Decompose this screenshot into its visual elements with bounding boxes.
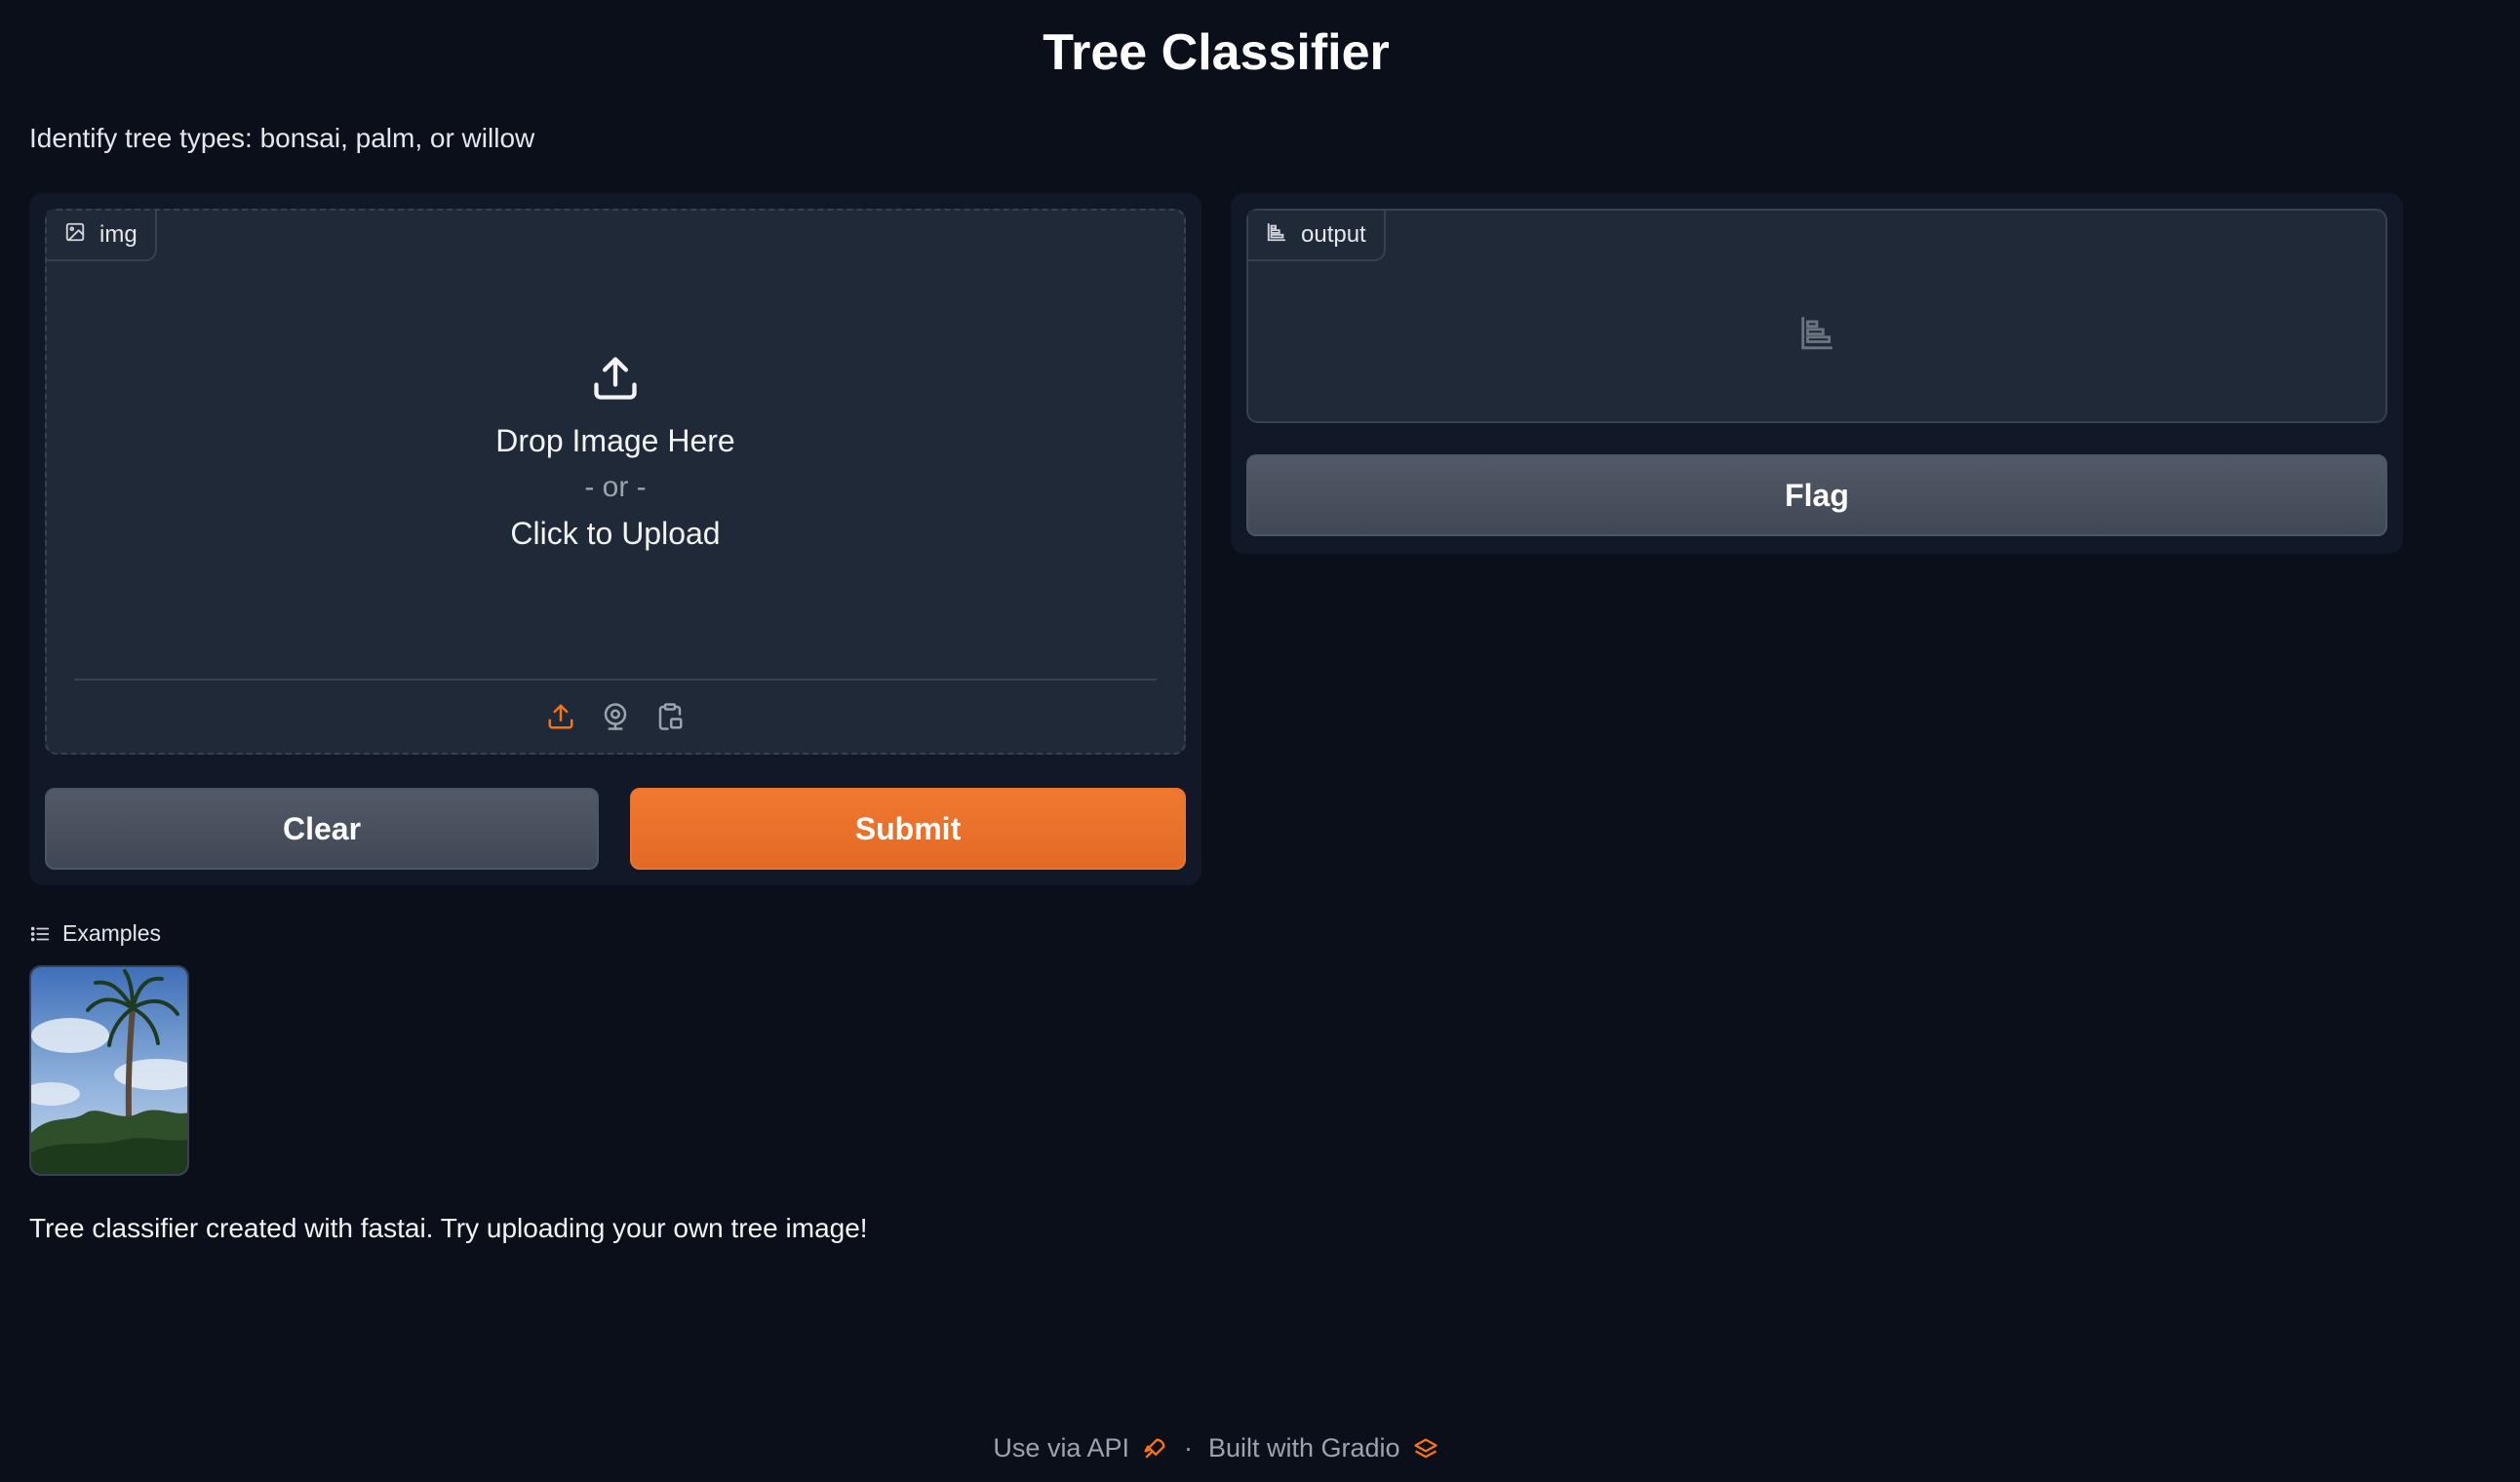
drop-image-text: Drop Image Here: [495, 423, 735, 458]
click-to-upload-text: Click to Upload: [510, 516, 721, 551]
input-panel: img Drop Image Here - or - Click to Uplo…: [29, 193, 1201, 885]
bar-chart-icon: [1266, 221, 1287, 250]
input-label-text: img: [99, 221, 138, 248]
upload-prompt[interactable]: Drop Image Here - or - Click to Upload: [47, 353, 1184, 552]
page-title: Tree Classifier: [1043, 24, 1390, 81]
article-text: Tree classifier created with fastai. Try…: [29, 1213, 868, 1243]
output-label-text: output: [1301, 221, 1366, 248]
or-text: - or -: [584, 471, 647, 503]
use-via-api-link[interactable]: Use via API: [993, 1433, 1168, 1463]
upload-source-icon[interactable]: [545, 701, 576, 732]
empty-output-icon: [1801, 317, 1832, 350]
submit-button[interactable]: Submit: [630, 788, 1186, 870]
page-description: Identify tree types: bonsai, palm, or wi…: [29, 123, 535, 153]
source-selector: [74, 679, 1157, 753]
list-icon: [30, 926, 50, 941]
clipboard-source-icon[interactable]: [654, 701, 686, 732]
examples-header: Examples: [29, 920, 161, 947]
clear-button[interactable]: Clear: [45, 788, 599, 870]
api-link-text: Use via API: [993, 1433, 1129, 1462]
palm-tree-image: [31, 967, 187, 1174]
image-icon: [64, 221, 86, 250]
output-panel: output Flag: [1231, 193, 2403, 554]
examples-label: Examples: [62, 920, 161, 946]
output-label: output: [1248, 211, 1386, 261]
upload-icon: [594, 357, 637, 400]
footer-separator: ·: [1183, 1433, 1193, 1462]
built-with-text: Built with Gradio: [1207, 1433, 1400, 1462]
gradio-app: Tree Classifier Identify tree types: bon…: [0, 0, 2520, 1482]
webcam-source-icon[interactable]: [600, 701, 631, 732]
gradio-logo-icon: [1413, 1438, 1437, 1458]
input-label: img: [47, 211, 157, 261]
rocket-icon: [1144, 1438, 1165, 1458]
built-with-gradio-link[interactable]: Built with Gradio: [1208, 1433, 1439, 1463]
flag-button[interactable]: Flag: [1246, 454, 2387, 536]
output-label-block: output: [1246, 209, 2387, 423]
image-dropzone[interactable]: img Drop Image Here - or - Click to Uplo…: [45, 209, 1186, 755]
example-image-palm[interactable]: [29, 965, 189, 1176]
footer: Use via API · Built with Gradio: [0, 1433, 2432, 1463]
